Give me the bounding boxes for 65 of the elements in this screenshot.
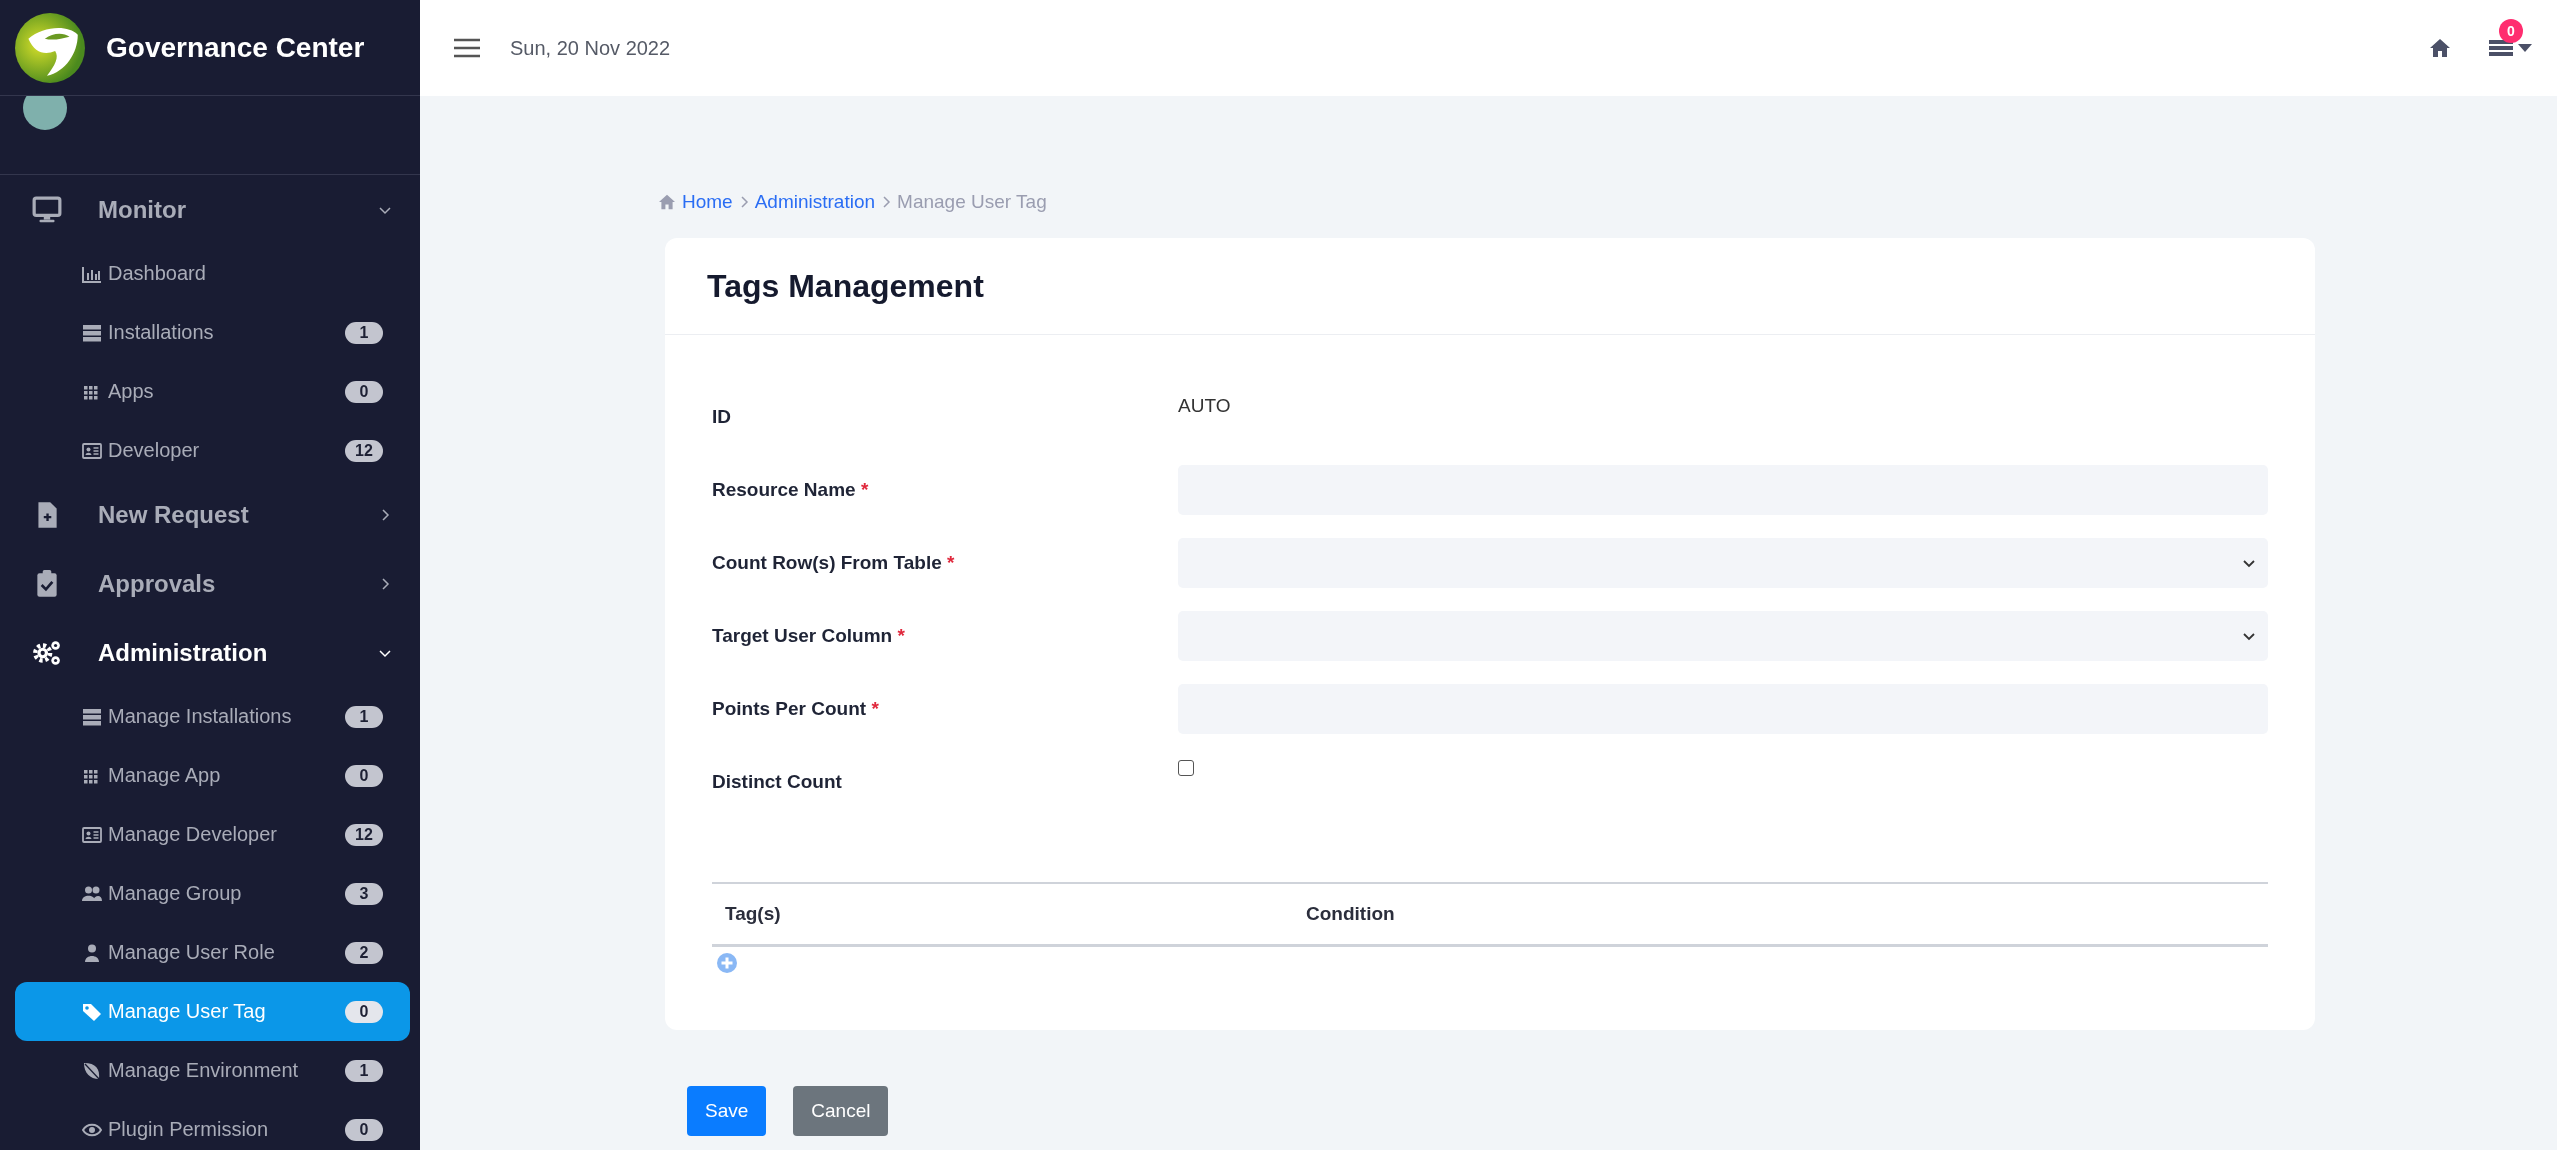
server-icon <box>82 706 102 727</box>
count-badge: 12 <box>345 439 383 462</box>
breadcrumb-link[interactable]: Administration <box>754 191 876 213</box>
nav-item[interactable]: Developer 12 <box>0 421 420 480</box>
nav-group[interactable]: Approvals <box>0 549 420 618</box>
breadcrumb-link[interactable]: Home <box>682 191 733 213</box>
count-badge: 0 <box>345 764 383 787</box>
count-badge: 0 <box>345 1000 383 1023</box>
current-date: Sun, 20 Nov 2022 <box>510 36 671 60</box>
app-title: Governance Center <box>106 31 365 64</box>
column-header: Tag(s) <box>725 903 782 925</box>
nav-item[interactable]: Plugin Permission 0 <box>0 1100 420 1150</box>
breadcrumb-current: Manage User Tag <box>897 191 1047 213</box>
field-label: ID <box>712 405 732 428</box>
chevron-right-icon <box>738 195 749 209</box>
nav-item[interactable]: Manage App 0 <box>0 746 420 805</box>
count-badge: 3 <box>345 882 383 905</box>
nav-item[interactable]: Apps 0 <box>0 362 420 421</box>
column-header: Condition <box>1306 903 1395 925</box>
home-icon[interactable] <box>2429 38 2451 58</box>
field-label: Distinct Count <box>712 770 843 793</box>
menu-icon[interactable] <box>453 38 481 58</box>
list-icon[interactable] <box>2489 38 2513 58</box>
avatar-icon <box>23 96 67 130</box>
count-badge: 1 <box>345 705 383 728</box>
nav-group[interactable]: Monitor <box>0 175 420 244</box>
nav-group[interactable]: New Request <box>0 480 420 549</box>
count-badge: 0 <box>345 380 383 403</box>
tag-icon <box>82 1001 102 1022</box>
save-button[interactable]: Save <box>687 1086 767 1136</box>
nav-item[interactable]: Dashboard <box>0 244 420 303</box>
select-field[interactable] <box>1178 537 2268 588</box>
field-label: Count Row(s) From Table * <box>712 551 956 574</box>
notification-badge: 0 <box>2499 19 2523 43</box>
nav-item[interactable]: Manage User Tag 0 <box>15 982 410 1041</box>
field-value: AUTO <box>1178 394 1232 417</box>
chevron-right-icon <box>881 195 892 209</box>
count-badge: 1 <box>345 1059 383 1082</box>
leaf-icon <box>82 1060 102 1081</box>
field-label: Points Per Count * <box>712 697 880 720</box>
count-badge: 12 <box>345 823 383 846</box>
select-field[interactable] <box>1178 610 2268 661</box>
nav-item[interactable]: Manage Group 3 <box>0 864 420 923</box>
idcard-icon <box>82 824 102 845</box>
user-icon <box>82 942 102 963</box>
server-icon <box>82 322 102 343</box>
nav-group[interactable]: Administration <box>0 618 420 687</box>
monitor-icon <box>32 194 62 225</box>
nav-item[interactable]: Manage Developer 12 <box>0 805 420 864</box>
nav-item[interactable]: Manage Environment 1 <box>0 1041 420 1100</box>
idcard-icon <box>82 440 102 461</box>
home-icon <box>658 194 676 210</box>
nav-item[interactable]: Installations 1 <box>0 303 420 362</box>
logo-icon <box>14 11 86 84</box>
count-badge: 1 <box>345 321 383 344</box>
count-badge: 2 <box>345 941 383 964</box>
field-label: Resource Name * <box>712 478 870 501</box>
cancel-button[interactable]: Cancel <box>793 1086 889 1136</box>
count-badge: 0 <box>345 1118 383 1141</box>
card-title: Tags Management <box>707 267 984 305</box>
field-label: Target User Column * <box>712 624 906 647</box>
nav-item[interactable]: Manage Installations 1 <box>0 687 420 746</box>
nav-item[interactable]: Manage User Role 2 <box>0 923 420 982</box>
caret-icon[interactable] <box>2518 44 2532 52</box>
checkbox[interactable] <box>1178 759 1194 776</box>
